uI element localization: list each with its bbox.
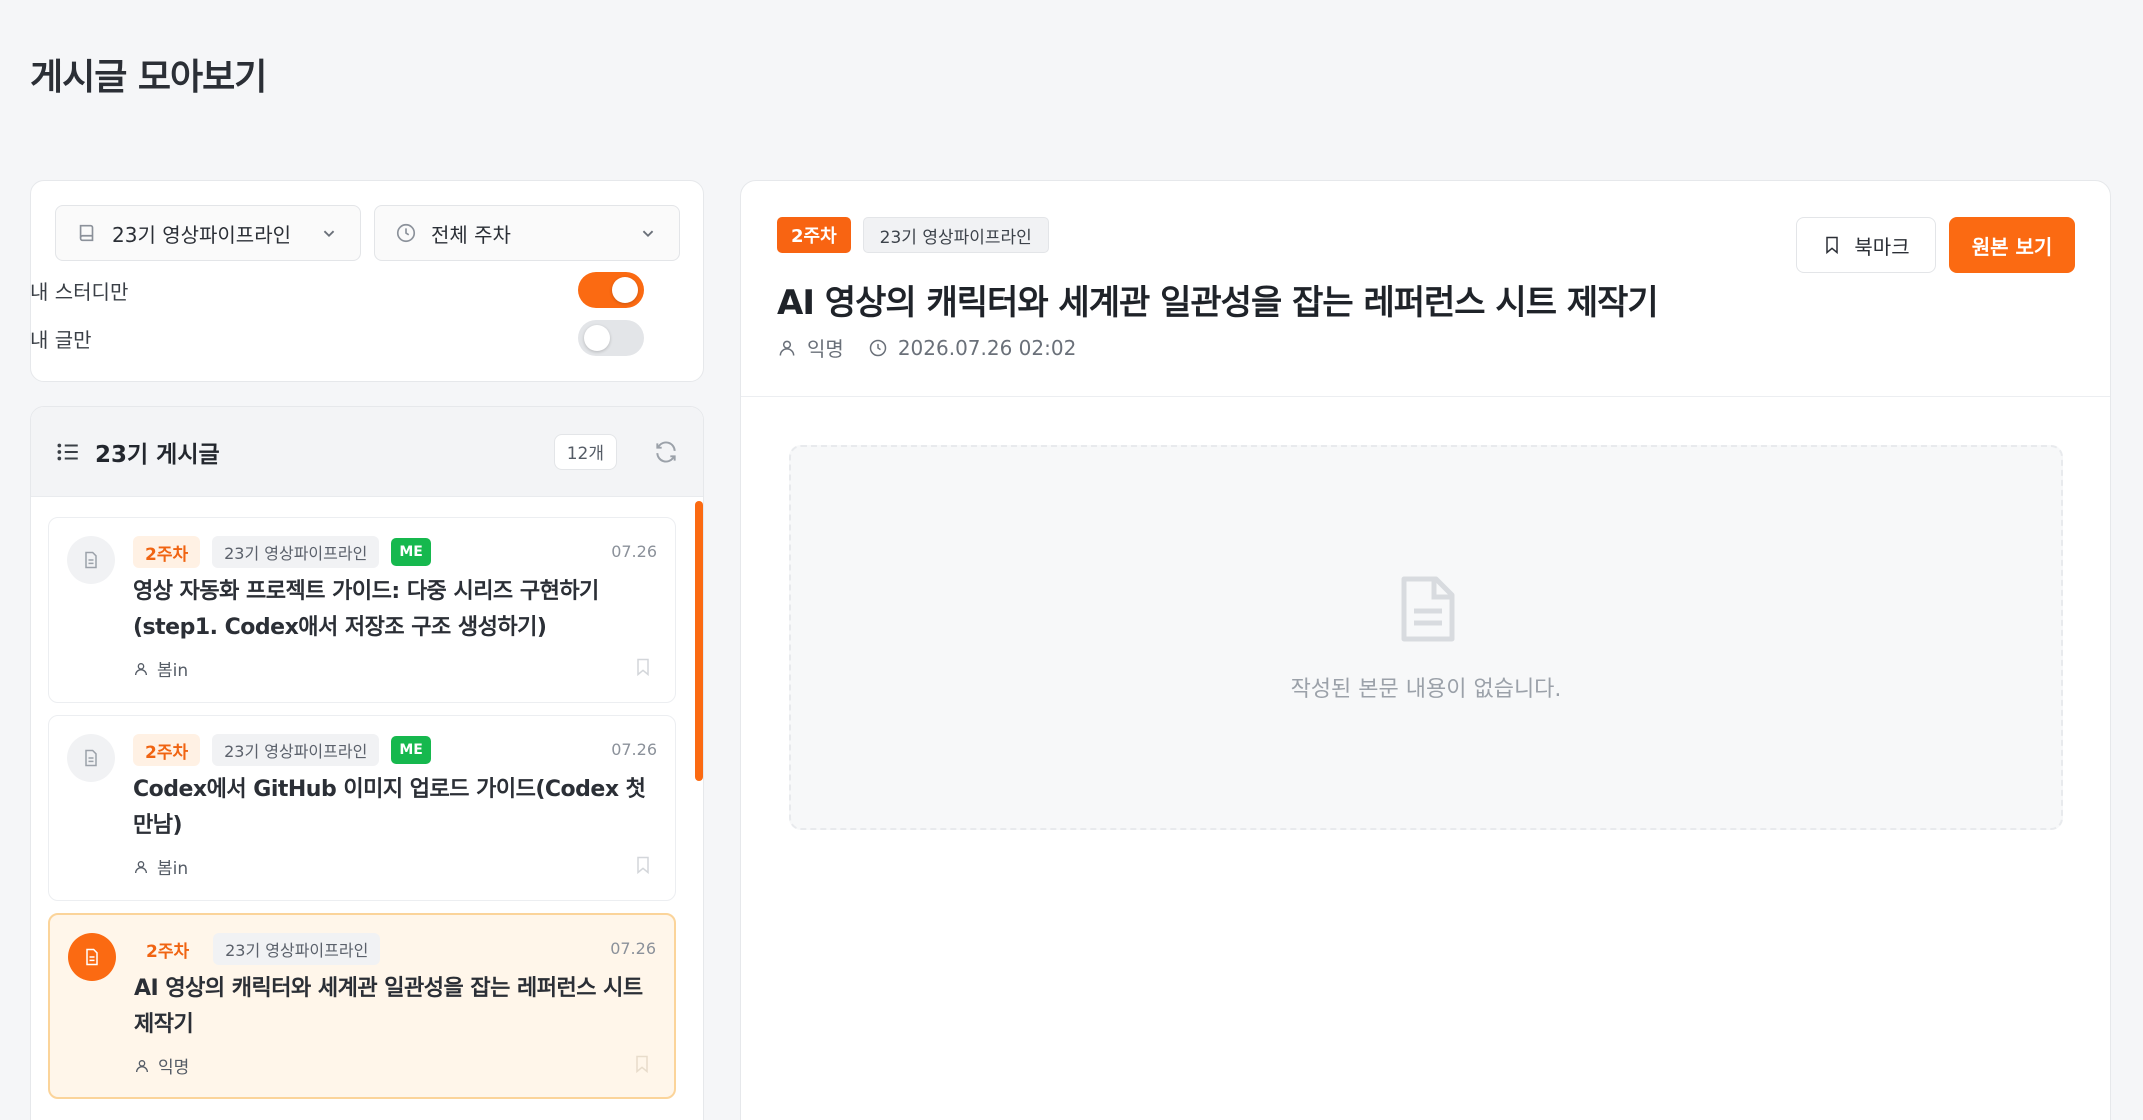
- clock-icon: [396, 223, 416, 243]
- document-icon: [67, 734, 115, 782]
- toggle-row-my-study: 내 스터디만: [30, 270, 644, 310]
- post-author: 봄in: [133, 854, 188, 879]
- me-badge: ME: [391, 538, 431, 566]
- toggle-label: 내 글만: [30, 327, 92, 352]
- week-tag: 2주차: [133, 536, 201, 568]
- week-tag: 2주차: [133, 734, 201, 766]
- user-icon: [135, 662, 147, 675]
- scrollbar[interactable]: [695, 501, 703, 781]
- my-posts-toggle[interactable]: [578, 320, 644, 356]
- refresh-icon[interactable]: [653, 439, 679, 465]
- bookmark-icon[interactable]: [633, 656, 653, 678]
- list-header: 23기 게시글 12개: [31, 407, 703, 497]
- empty-content-box: 작성된 본문 내용이 없습니다.: [789, 445, 2063, 830]
- list-icon: [57, 443, 78, 460]
- list-item-active[interactable]: 2주차 23기 영상파이프라인 07.26 AI 영상의 캐릭터와 세계관 일관…: [48, 913, 676, 1099]
- toggle-knob: [612, 277, 638, 303]
- empty-message: 작성된 본문 내용이 없습니다.: [1290, 677, 1562, 702]
- list-item[interactable]: 2주차 23기 영상파이프라인 ME 07.26 영상 자동화 프로젝트 가이드…: [48, 517, 676, 703]
- detail-title: AI 영상의 캐릭터와 세계관 일관성을 잡는 레퍼런스 시트 제작기: [777, 283, 1659, 323]
- author-name: 익명: [158, 1058, 190, 1078]
- post-detail-panel: 2주차 23기 영상파이프라인 AI 영상의 캐릭터와 세계관 일관성을 잡는 …: [740, 180, 2111, 1120]
- document-icon: [67, 536, 115, 584]
- post-title: 영상 자동화 프로젝트 가이드: 다중 시리즈 구현하기(step1. Code…: [133, 579, 599, 640]
- user-icon: [135, 860, 147, 873]
- post-author: 봄in: [133, 656, 188, 681]
- page-title: 게시글 모아보기: [30, 57, 267, 98]
- detail-author: 익명: [777, 333, 844, 362]
- post-title: AI 영상의 캐릭터와 세계관 일관성을 잡는 레퍼런스 시트 제작기: [134, 976, 643, 1037]
- cohort-select-value: 23기 영상파이프라인: [112, 222, 292, 247]
- post-count-badge: 12개: [553, 433, 617, 470]
- document-icon: [1401, 576, 1455, 642]
- chevron-down-icon: [642, 230, 654, 238]
- me-badge: ME: [391, 736, 431, 764]
- cohort-tag: 23기 영상파이프라인: [212, 734, 380, 766]
- post-tags: 2주차 23기 영상파이프라인 ME: [133, 734, 431, 766]
- chevron-down-icon: [323, 230, 335, 238]
- datetime-text: 2026.07.26 02:02: [897, 335, 1077, 360]
- clock-icon: [869, 339, 887, 356]
- toggle-row-my-posts: 내 글만: [30, 318, 644, 358]
- post-tags: 2주차 23기 영상파이프라인 ME: [133, 536, 431, 568]
- detail-header: 2주차 23기 영상파이프라인 AI 영상의 캐릭터와 세계관 일관성을 잡는 …: [741, 181, 2110, 397]
- user-icon: [779, 340, 795, 356]
- detail-meta: 익명 2026.07.26 02:02: [777, 333, 1076, 362]
- detail-datetime: 2026.07.26 02:02: [868, 333, 1077, 362]
- post-author: 익명: [134, 1053, 189, 1078]
- week-tag: 2주차: [146, 941, 190, 962]
- post-date: 07.26: [610, 939, 656, 958]
- week-select-value: 전체 주차: [431, 222, 511, 247]
- post-date: 07.26: [611, 740, 657, 759]
- author-name: 봄in: [157, 859, 189, 879]
- post-date: 07.26: [611, 542, 657, 561]
- post-list[interactable]: 2주차 23기 영상파이프라인 ME 07.26 영상 자동화 프로젝트 가이드…: [31, 497, 703, 1120]
- post-list-panel: 23기 게시글 12개 2주차 23기 영상파이프라인 ME 07.26 영상 …: [30, 406, 704, 1120]
- my-study-toggle[interactable]: [578, 272, 644, 308]
- week-select[interactable]: 전체 주차: [374, 205, 680, 261]
- bookmark-icon[interactable]: [633, 854, 653, 876]
- view-original-label: 원본 보기: [1971, 234, 2053, 259]
- cohort-tag: 23기 영상파이프라인: [212, 536, 380, 568]
- post-tags: 2주차 23기 영상파이프라인: [134, 933, 381, 965]
- bookmark-button[interactable]: 북마크: [1796, 217, 1936, 273]
- bookmark-button-label: 북마크: [1854, 234, 1910, 259]
- bookmark-icon[interactable]: [632, 1053, 652, 1075]
- toggle-knob: [584, 325, 610, 351]
- author-name: 봄in: [157, 661, 189, 681]
- document-icon: [68, 933, 116, 981]
- book-icon: [79, 224, 94, 242]
- post-title: Codex에서 GitHub 이미지 업로드 가이드(Codex 첫 만남): [133, 777, 646, 838]
- cohort-tag: 23기 영상파이프라인: [213, 933, 381, 965]
- list-title: 23기 게시글: [95, 441, 220, 468]
- week-tag: 2주차: [777, 217, 851, 253]
- view-original-button[interactable]: 원본 보기: [1949, 217, 2075, 273]
- cohort-tag: 23기 영상파이프라인: [862, 217, 1049, 253]
- toggle-label: 내 스터디만: [30, 279, 129, 304]
- list-item[interactable]: 2주차 23기 영상파이프라인 ME 07.26 Codex에서 GitHub …: [48, 715, 676, 901]
- user-icon: [136, 1059, 148, 1072]
- detail-tags: 2주차 23기 영상파이프라인: [777, 217, 1049, 253]
- cohort-select[interactable]: 23기 영상파이프라인: [55, 205, 361, 261]
- bookmark-icon: [1826, 236, 1839, 255]
- author-name: 익명: [807, 337, 844, 361]
